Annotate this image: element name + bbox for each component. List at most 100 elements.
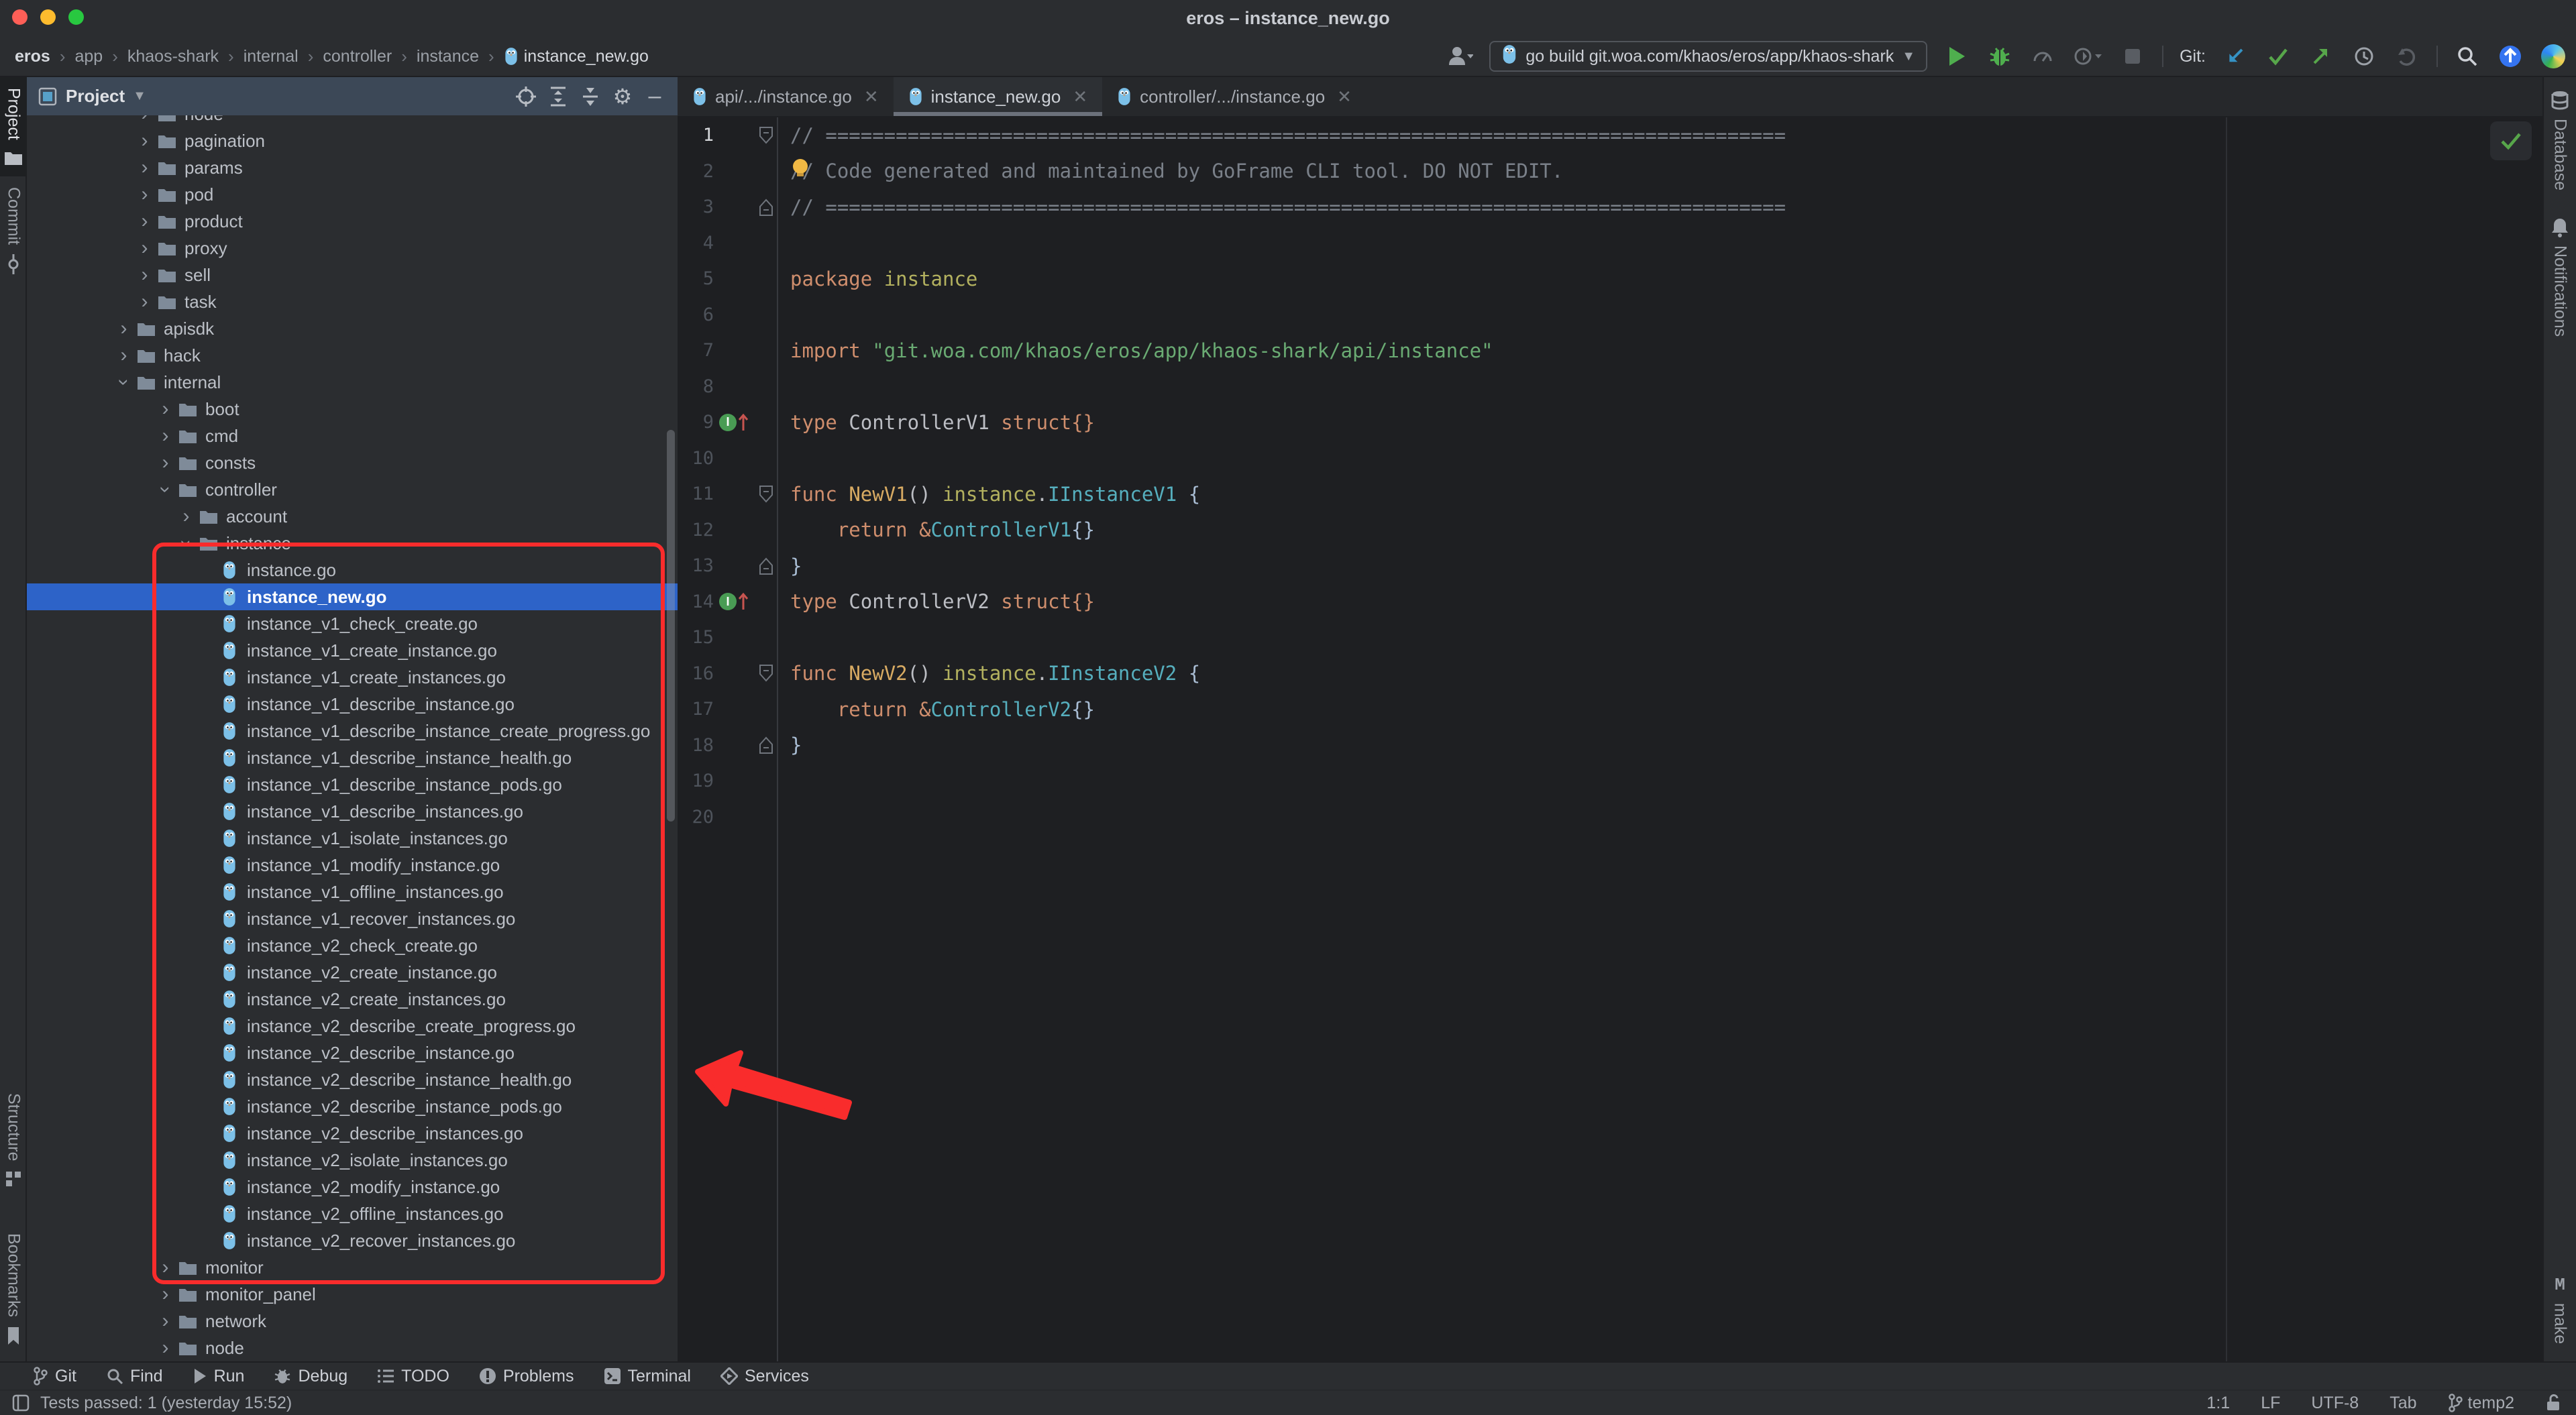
chevron-collapsed-icon[interactable]: › (133, 115, 156, 125)
close-tab-icon[interactable]: ✕ (1337, 87, 1352, 107)
line-ending-widget[interactable]: LF (2261, 1394, 2280, 1413)
fold-start-icon[interactable] (758, 126, 774, 145)
tree-item[interactable]: ›node (27, 1335, 678, 1361)
tree-item[interactable]: ›product (27, 208, 678, 235)
tree-item[interactable]: instance_v1_create_instance.go (27, 637, 678, 664)
code-line[interactable]: 4 (678, 225, 2542, 262)
tree-item[interactable]: ›consts (27, 449, 678, 476)
search-everywhere-icon[interactable] (2454, 42, 2481, 71)
chevron-expanded-icon[interactable]: › (154, 479, 177, 501)
fold-start-icon[interactable] (758, 664, 774, 683)
tree-item[interactable]: instance_v2_describe_instance_health.go (27, 1066, 678, 1093)
code-line[interactable]: 17 return &ControllerV2{} (678, 691, 2542, 728)
minimize-window-button[interactable] (40, 9, 56, 25)
tree-item[interactable]: ›sell (27, 262, 678, 288)
breadcrumb-item[interactable]: internal (244, 47, 299, 66)
editor-tab[interactable]: controller/.../instance.go✕ (1102, 77, 1366, 116)
tree-item[interactable]: instance_v1_describe_instances.go (27, 798, 678, 825)
code-line[interactable]: 13} (678, 548, 2542, 584)
tree-item[interactable]: instance_v2_modify_instance.go (27, 1174, 678, 1200)
chevron-collapsed-icon[interactable]: › (133, 237, 156, 260)
tree-item[interactable]: ›params (27, 154, 678, 181)
git-branch-widget[interactable]: temp2 (2448, 1394, 2514, 1413)
tree-item[interactable]: instance_v1_recover_instances.go (27, 905, 678, 932)
chevron-collapsed-icon[interactable]: › (175, 505, 197, 528)
tool-window-button-todo[interactable]: TODO (377, 1367, 449, 1386)
debug-button[interactable] (1986, 42, 2013, 71)
tree-item[interactable]: instance_v1_offline_instances.go (27, 879, 678, 905)
breadcrumb-item[interactable]: instance_new.go (504, 47, 649, 66)
close-tab-icon[interactable]: ✕ (864, 87, 879, 107)
chevron-collapsed-icon[interactable]: › (133, 156, 156, 179)
tree-item[interactable]: ›task (27, 288, 678, 315)
implemented-interface-icon[interactable]: I (719, 593, 737, 610)
panel-options-gear-icon[interactable]: ⚙ (610, 84, 635, 109)
tree-item[interactable]: ›instance (27, 530, 678, 557)
implemented-interface-icon[interactable]: I (719, 414, 737, 431)
code-line[interactable]: 5package instance (678, 261, 2542, 297)
breadcrumb-item[interactable]: app (74, 47, 103, 66)
tool-window-button-find[interactable]: Find (106, 1367, 163, 1386)
tree-item[interactable]: instance_v2_recover_instances.go (27, 1227, 678, 1254)
history-button[interactable] (2351, 42, 2377, 71)
fold-end-icon[interactable] (758, 736, 774, 754)
tree-item[interactable]: instance_v2_describe_create_progress.go (27, 1013, 678, 1039)
tree-item[interactable]: instance_v2_check_create.go (27, 932, 678, 959)
fold-start-icon[interactable] (758, 485, 774, 504)
user-account-icon[interactable] (1446, 42, 1473, 71)
stripe-tab-database[interactable]: Database (2544, 77, 2576, 204)
git-push-button[interactable] (2308, 42, 2334, 71)
tool-window-widget-icon[interactable] (12, 1394, 30, 1412)
tree-item[interactable]: instance_v2_describe_instance_pods.go (27, 1093, 678, 1120)
run-button[interactable] (1943, 42, 1970, 71)
chevron-collapsed-icon[interactable]: › (133, 129, 156, 152)
breadcrumb-item[interactable]: khaos-shark (127, 47, 219, 66)
ide-update-icon[interactable] (2497, 42, 2524, 71)
chevron-collapsed-icon[interactable]: › (133, 290, 156, 313)
chevron-collapsed-icon[interactable]: › (154, 1283, 176, 1306)
code-line[interactable]: 10 (678, 441, 2542, 477)
tree-item[interactable]: instance_v1_describe_instance_health.go (27, 744, 678, 771)
close-window-button[interactable] (12, 9, 28, 25)
chevron-collapsed-icon[interactable]: › (154, 398, 176, 420)
tree-item[interactable]: ›pod (27, 181, 678, 208)
tree-item[interactable]: instance_v2_isolate_instances.go (27, 1147, 678, 1174)
collapse-all-icon[interactable] (578, 84, 602, 109)
stripe-tab-notifications[interactable]: Notifications (2544, 204, 2576, 350)
tree-item-selected[interactable]: instance_new.go (27, 583, 678, 610)
chevron-collapsed-icon[interactable]: › (154, 1310, 176, 1333)
chevron-collapsed-icon[interactable]: › (113, 344, 135, 367)
expand-all-icon[interactable] (546, 84, 570, 109)
fold-end-icon[interactable] (758, 557, 774, 575)
chevron-collapsed-icon[interactable]: › (154, 1337, 176, 1359)
tool-window-button-run[interactable]: Run (193, 1367, 245, 1386)
editor-tab[interactable]: instance_new.go✕ (894, 77, 1103, 116)
close-tab-icon[interactable]: ✕ (1073, 87, 1087, 107)
zoom-window-button[interactable] (68, 9, 84, 25)
tree-item[interactable]: ›node (27, 115, 678, 127)
tool-window-button-services[interactable]: Services (720, 1367, 809, 1386)
tree-item[interactable]: ›hack (27, 342, 678, 369)
code-line[interactable]: 1// ====================================… (678, 117, 2542, 154)
coverage-button[interactable] (2072, 42, 2103, 71)
chevron-collapsed-icon[interactable]: › (133, 210, 156, 233)
code-line[interactable]: 2// Code generated and maintained by GoF… (678, 154, 2542, 190)
settings-sync-icon[interactable] (2540, 42, 2567, 71)
stripe-tab-bookmarks[interactable]: Bookmarks (0, 1223, 27, 1356)
git-update-button[interactable] (2222, 42, 2249, 71)
tree-item[interactable]: ›account (27, 503, 678, 530)
inspection-status-widget[interactable] (2490, 121, 2532, 160)
code-line[interactable]: 12 return &ControllerV1{} (678, 512, 2542, 549)
code-line[interactable]: 11func NewV1() instance.IInstanceV1 { (678, 476, 2542, 512)
run-configuration-select[interactable]: go build git.woa.com/khaos/eros/app/khao… (1489, 41, 1927, 72)
overridden-up-arrow-icon[interactable] (738, 591, 749, 612)
tree-item[interactable]: instance_v1_check_create.go (27, 610, 678, 637)
chevron-collapsed-icon[interactable]: › (133, 183, 156, 206)
tree-item[interactable]: ›pagination (27, 127, 678, 154)
stop-button[interactable] (2119, 42, 2146, 71)
tree-item[interactable]: instance.go (27, 557, 678, 583)
code-line[interactable]: 16func NewV2() instance.IInstanceV2 { (678, 656, 2542, 692)
unlocked-icon[interactable] (2545, 1394, 2561, 1412)
code-editor[interactable]: 1// ====================================… (678, 117, 2542, 1361)
tree-item[interactable]: instance_v2_offline_instances.go (27, 1200, 678, 1227)
